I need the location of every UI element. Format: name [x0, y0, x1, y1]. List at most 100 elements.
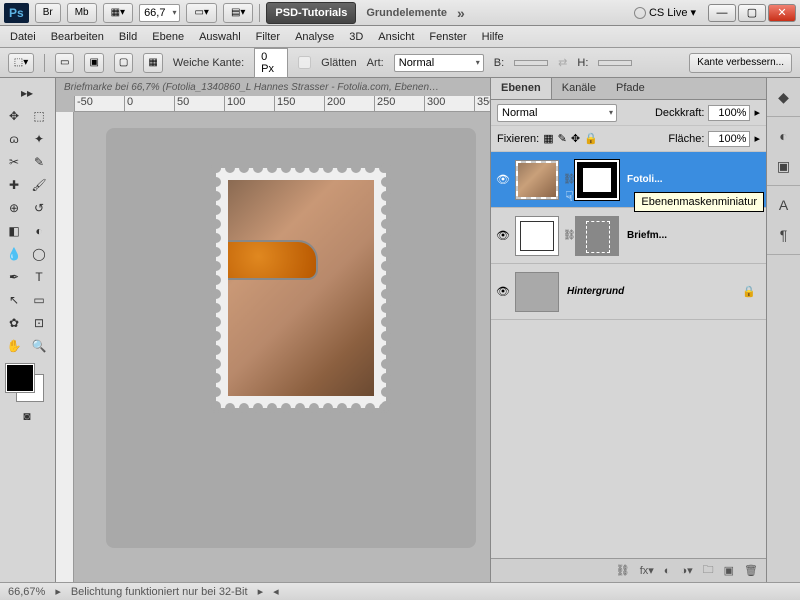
menu-bar: Datei Bearbeiten Bild Ebene Auswahl Filt…: [0, 26, 800, 48]
move-tool-icon[interactable]: ✥: [2, 105, 26, 127]
masks-panel-icon[interactable]: ▣: [767, 151, 800, 181]
menu-ansicht[interactable]: Ansicht: [378, 31, 414, 43]
feather-input[interactable]: 0 Px: [254, 48, 288, 78]
visibility-icon[interactable]: 👁: [495, 173, 511, 186]
menu-datei[interactable]: Datei: [10, 31, 36, 43]
zoom-level-select[interactable]: 66,7: [139, 4, 180, 22]
lasso-tool-icon[interactable]: ɷ: [2, 128, 26, 150]
extras-icon[interactable]: ▤▾: [223, 3, 253, 23]
blend-mode-select[interactable]: Normal: [497, 104, 617, 122]
lock-transparency-icon[interactable]: ▦: [543, 132, 553, 145]
refine-edge-button[interactable]: Kante verbessern...: [689, 53, 792, 73]
workspace-more-icon[interactable]: »: [457, 5, 465, 21]
marquee-tool-icon[interactable]: ⬚: [27, 105, 51, 127]
menu-bearbeiten[interactable]: Bearbeiten: [51, 31, 104, 43]
character-panel-icon[interactable]: A: [767, 190, 800, 220]
minibridge-button[interactable]: Mb: [67, 3, 97, 23]
opacity-input[interactable]: 100%: [708, 105, 750, 121]
dodge-tool-icon[interactable]: ◯: [27, 243, 51, 265]
layer-thumbnail[interactable]: [515, 272, 559, 312]
quickmask-icon[interactable]: ◙: [2, 405, 52, 427]
brush-tool-icon[interactable]: 🖌: [27, 174, 51, 196]
fill-input[interactable]: 100%: [708, 131, 750, 147]
visibility-icon[interactable]: 👁: [495, 285, 511, 298]
tool-preset-icon[interactable]: ⬚▾: [8, 53, 34, 73]
heal-tool-icon[interactable]: ✚: [2, 174, 26, 196]
tab-ebenen[interactable]: Ebenen: [491, 78, 552, 99]
minimize-button[interactable]: —: [708, 4, 736, 22]
layer-row-briefmarke[interactable]: 👁 ⛓ Briefm...: [491, 208, 766, 264]
cs-live-button[interactable]: CS Live ▾: [634, 6, 696, 19]
fill-arrow-icon[interactable]: ▸: [754, 132, 760, 145]
ruler-vertical[interactable]: [56, 112, 74, 582]
arrange-icon[interactable]: ▭▾: [186, 3, 216, 23]
layer-mask-thumbnail[interactable]: [575, 216, 619, 256]
menu-filter[interactable]: Filter: [256, 31, 280, 43]
rect-select-icon[interactable]: ▭: [55, 53, 74, 73]
pen-tool-icon[interactable]: ✒: [2, 266, 26, 288]
maximize-button[interactable]: ▢: [738, 4, 766, 22]
wand-tool-icon[interactable]: ✦: [27, 128, 51, 150]
close-button[interactable]: ✕: [768, 4, 796, 22]
blur-tool-icon[interactable]: 💧: [2, 243, 26, 265]
layer-name[interactable]: Hintergrund: [563, 286, 738, 297]
layer-mask-thumbnail[interactable]: [575, 160, 619, 200]
link-mask-icon[interactable]: ⛓: [563, 174, 571, 185]
style-select[interactable]: Normal: [394, 54, 484, 72]
color-swatch[interactable]: [2, 364, 50, 404]
layer-thumbnail[interactable]: [515, 160, 559, 200]
screen-mode-icon[interactable]: ▦▾: [103, 3, 133, 23]
status-zoom[interactable]: 66,67%: [8, 586, 45, 598]
adjustments-panel-icon[interactable]: ◐: [767, 121, 800, 151]
type-tool-icon[interactable]: T: [27, 266, 51, 288]
tab-pfade[interactable]: Pfade: [606, 78, 655, 99]
stamp-tool-icon[interactable]: ⊕: [2, 197, 26, 219]
new-layer-icon[interactable]: ▣: [724, 564, 734, 577]
tab-kanaele[interactable]: Kanäle: [552, 78, 606, 99]
menu-analyse[interactable]: Analyse: [295, 31, 334, 43]
intersect-select-icon[interactable]: ▦: [143, 53, 162, 73]
menu-auswahl[interactable]: Auswahl: [199, 31, 241, 43]
menu-fenster[interactable]: Fenster: [429, 31, 466, 43]
fx-icon[interactable]: fx▾: [640, 564, 654, 577]
gradient-tool-icon[interactable]: ◐: [27, 220, 51, 242]
menu-bild[interactable]: Bild: [119, 31, 137, 43]
paragraph-panel-icon[interactable]: ¶: [767, 220, 800, 250]
path-tool-icon[interactable]: ↖: [2, 289, 26, 311]
delete-layer-icon[interactable]: 🗑: [744, 564, 758, 577]
crop-tool-icon[interactable]: ✂: [2, 151, 26, 173]
color-panel-icon[interactable]: ◆: [767, 82, 800, 112]
layer-name[interactable]: Briefm...: [623, 230, 762, 241]
layer-thumbnail[interactable]: [515, 216, 559, 256]
hand-tool-icon[interactable]: ✋: [2, 335, 26, 357]
link-mask-icon[interactable]: ⛓: [563, 230, 571, 241]
layer-name[interactable]: Fotoli...: [623, 174, 762, 185]
workspace-psd-tutorials[interactable]: PSD-Tutorials: [266, 2, 356, 24]
lock-all-icon[interactable]: 🔒: [584, 132, 598, 145]
menu-hilfe[interactable]: Hilfe: [482, 31, 504, 43]
shape-tool-icon[interactable]: ▭: [27, 289, 51, 311]
bridge-button[interactable]: Br: [35, 3, 61, 23]
layer-row-hintergrund[interactable]: 👁 Hintergrund 🔒: [491, 264, 766, 320]
subtract-select-icon[interactable]: ▢: [114, 53, 133, 73]
3d-tool-icon[interactable]: ✿: [2, 312, 26, 334]
workspace-grundelemente[interactable]: Grundelemente: [362, 4, 451, 22]
zoom-tool-icon[interactable]: 🔍: [27, 335, 51, 357]
visibility-icon[interactable]: 👁: [495, 229, 511, 242]
antialias-checkbox[interactable]: [298, 56, 311, 69]
add-select-icon[interactable]: ▣: [84, 53, 103, 73]
history-brush-icon[interactable]: ↺: [27, 197, 51, 219]
group-icon[interactable]: 🗀: [703, 561, 714, 580]
lock-position-icon[interactable]: ✥: [571, 132, 580, 145]
lock-pixels-icon[interactable]: ✎: [558, 132, 567, 145]
menu-3d[interactable]: 3D: [349, 31, 363, 43]
eraser-tool-icon[interactable]: ◧: [2, 220, 26, 242]
link-layers-icon[interactable]: ⛓: [616, 564, 630, 577]
eyedropper-tool-icon[interactable]: ✎: [27, 151, 51, 173]
opacity-arrow-icon[interactable]: ▸: [754, 106, 760, 119]
adjustment-layer-icon[interactable]: ◑▾: [680, 564, 692, 577]
expand-toolbox-icon[interactable]: ▸▸: [2, 82, 52, 104]
camera-tool-icon[interactable]: ⊡: [27, 312, 51, 334]
menu-ebene[interactable]: Ebene: [152, 31, 184, 43]
add-mask-icon[interactable]: ◐: [664, 565, 671, 577]
